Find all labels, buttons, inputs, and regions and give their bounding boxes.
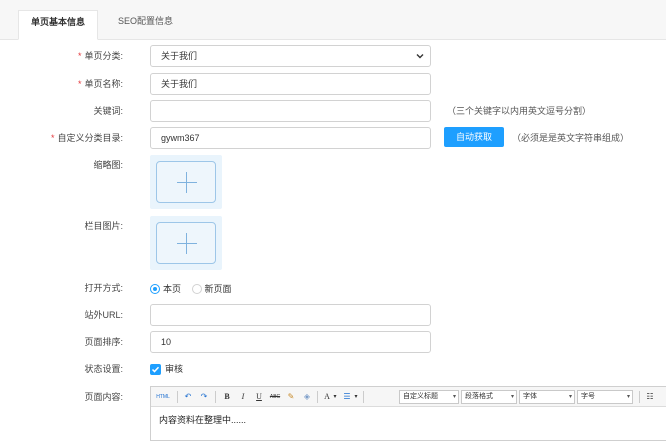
status-row: 状态设置: 审核 bbox=[0, 358, 666, 380]
bold-button[interactable]: B bbox=[221, 390, 233, 404]
eraser-icon[interactable]: ◈ bbox=[301, 390, 313, 404]
font-color-button[interactable]: A bbox=[322, 390, 332, 404]
keywords-hint: （三个关键字以内用英文逗号分割） bbox=[447, 106, 592, 116]
custom-dir-hint: （必须是是英文字符串组成） bbox=[512, 133, 630, 143]
custom-heading-select-label: 自定义标题 bbox=[403, 393, 438, 400]
open-mode-label: 打开方式: bbox=[84, 283, 123, 293]
toolbar-separator bbox=[177, 391, 178, 403]
plus-icon bbox=[177, 182, 197, 183]
rich-text-editor: HTML ↶ ↷ B I U ABC ✎ ◈ A ▾ ☰ ▾ 自定义标题 ▾ 段落… bbox=[150, 386, 666, 441]
external-url-label: 站外URL: bbox=[84, 310, 123, 320]
check-icon bbox=[151, 366, 160, 373]
toolbar-separator bbox=[639, 391, 640, 403]
column-image-upload-box bbox=[156, 222, 216, 264]
chevron-down-icon: ▾ bbox=[626, 394, 630, 400]
sort-input[interactable]: 10 bbox=[150, 331, 431, 353]
chevron-down-icon: ▾ bbox=[568, 394, 572, 400]
custom-dir-label: * 自定义分类目录: bbox=[51, 127, 123, 149]
thumbnail-upload-box bbox=[156, 161, 216, 203]
thumbnail-row: 缩略图: bbox=[0, 154, 666, 176]
keywords-row: 关键词: （三个关键字以内用英文逗号分割） bbox=[0, 100, 666, 122]
chevron-down-icon: ▾ bbox=[452, 394, 456, 400]
thumbnail-upload[interactable] bbox=[150, 155, 222, 209]
chevron-down-icon: ▾ bbox=[510, 394, 514, 400]
radio-self-page-label[interactable]: 本页 bbox=[163, 284, 181, 294]
font-family-select-label: 字体 bbox=[523, 393, 537, 400]
tab-basic-info[interactable]: 单页基本信息 bbox=[18, 10, 99, 40]
external-url-row: 站外URL: bbox=[0, 304, 666, 326]
thumbnail-label: 缩略图: bbox=[93, 160, 123, 170]
tab-seo-config[interactable]: SEO配置信息 bbox=[106, 10, 185, 40]
keywords-input[interactable] bbox=[150, 100, 431, 122]
italic-button[interactable]: I bbox=[237, 390, 249, 404]
underline-button[interactable]: U bbox=[253, 390, 265, 404]
font-family-select[interactable]: 字体 ▾ bbox=[519, 390, 575, 404]
radio-self-page[interactable] bbox=[150, 283, 160, 294]
custom-dir-row: * 自定义分类目录: gywm367 自动获取 （必须是是英文字符串组成） bbox=[0, 127, 666, 149]
category-label: * 单页分类: bbox=[78, 45, 123, 67]
status-label: 状态设置: bbox=[84, 364, 123, 374]
strikethrough-button[interactable]: ABC bbox=[268, 390, 282, 404]
open-mode-radios: 本页 新页面 bbox=[150, 277, 240, 299]
radio-new-page-label[interactable]: 新页面 bbox=[205, 284, 232, 294]
toolbar-separator bbox=[363, 391, 364, 403]
plus-icon-vertical bbox=[186, 233, 187, 254]
plus-icon bbox=[177, 243, 197, 244]
required-mark: * bbox=[50, 133, 55, 143]
column-image-upload[interactable] bbox=[150, 216, 222, 270]
chevron-down-icon bbox=[416, 54, 424, 59]
category-row: * 单页分类: 关于我们 bbox=[0, 45, 666, 67]
name-row: * 单页名称: 关于我们 bbox=[0, 73, 666, 95]
category-select-value: 关于我们 bbox=[161, 51, 198, 61]
sort-label: 页面排序: bbox=[84, 337, 123, 347]
column-image-label: 栏目图片: bbox=[84, 221, 123, 231]
editor-toolbar: HTML ↶ ↷ B I U ABC ✎ ◈ A ▾ ☰ ▾ 自定义标题 ▾ 段落… bbox=[151, 387, 666, 407]
auto-fetch-button[interactable]: 自动获取 bbox=[444, 127, 504, 147]
review-checkbox-label[interactable]: 审核 bbox=[165, 358, 183, 380]
custom-dir-label-text: 自定义分类目录: bbox=[57, 133, 123, 143]
line-height-icon[interactable]: ☰ bbox=[341, 390, 353, 404]
keywords-label: 关键词: bbox=[93, 106, 123, 116]
custom-dir-input[interactable]: gywm367 bbox=[150, 127, 431, 149]
editor-content[interactable]: 内容资料在整理中...... bbox=[159, 413, 246, 426]
font-size-select-label: 字号 bbox=[581, 393, 595, 400]
redo-icon[interactable]: ↷ bbox=[198, 390, 210, 404]
format-painter-icon[interactable]: ✎ bbox=[285, 390, 297, 404]
required-mark: * bbox=[77, 79, 82, 89]
line-height-dropdown-icon[interactable]: ▾ bbox=[353, 390, 359, 404]
column-image-row: 栏目图片: bbox=[0, 215, 666, 237]
open-mode-row: 打开方式: 本页 新页面 bbox=[0, 277, 666, 299]
font-color-dropdown-icon[interactable]: ▾ bbox=[332, 390, 338, 404]
name-label-text: 单页名称: bbox=[84, 79, 123, 89]
review-checkbox[interactable] bbox=[150, 364, 161, 375]
sort-row: 页面排序: 10 bbox=[0, 331, 666, 353]
html-source-button[interactable]: HTML bbox=[154, 390, 172, 404]
name-input[interactable]: 关于我们 bbox=[150, 73, 431, 95]
plus-icon-vertical bbox=[186, 172, 187, 193]
radio-new-page[interactable] bbox=[191, 283, 202, 294]
tab-bar: 单页基本信息 SEO配置信息 bbox=[0, 0, 666, 40]
toolbar-separator bbox=[317, 391, 318, 403]
content-label: 页面内容: bbox=[84, 392, 123, 402]
toolbar-separator bbox=[215, 391, 216, 403]
paragraph-format-select[interactable]: 段落格式 ▾ bbox=[461, 390, 517, 404]
align-icon[interactable]: ☷ bbox=[643, 390, 657, 404]
custom-heading-select[interactable]: 自定义标题 ▾ bbox=[399, 390, 459, 404]
category-label-text: 单页分类: bbox=[84, 51, 123, 61]
paragraph-format-select-label: 段落格式 bbox=[465, 393, 493, 400]
undo-icon[interactable]: ↶ bbox=[182, 390, 194, 404]
name-label: * 单页名称: bbox=[78, 73, 123, 95]
category-select[interactable]: 关于我们 bbox=[150, 45, 431, 67]
required-mark: * bbox=[77, 51, 82, 61]
external-url-input[interactable] bbox=[150, 304, 431, 326]
font-size-select[interactable]: 字号 ▾ bbox=[577, 390, 633, 404]
